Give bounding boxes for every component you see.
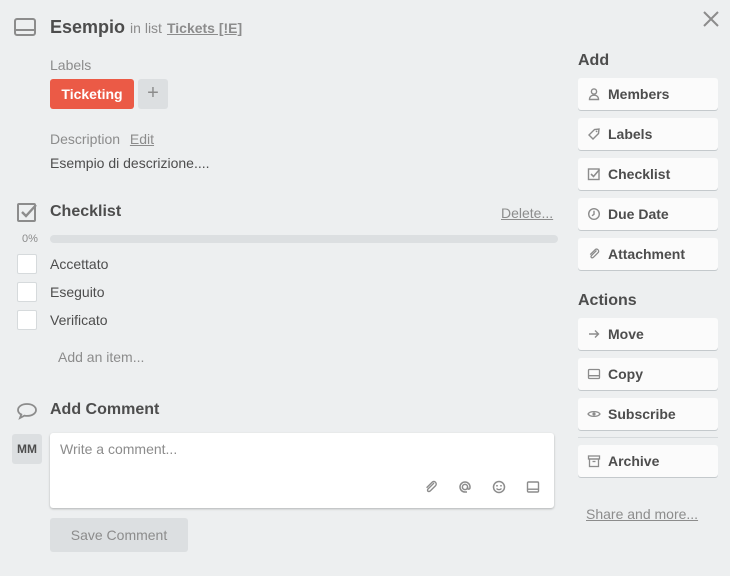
- checkbox-icon: [587, 168, 601, 181]
- add-checklist-item-link[interactable]: Add an item...: [58, 349, 144, 365]
- person-icon: [588, 88, 600, 101]
- card-title-text[interactable]: Esempio: [50, 17, 125, 37]
- arrow-right-icon: [589, 330, 600, 338]
- add-comment-heading: Add Comment: [50, 401, 160, 418]
- comment-box: [50, 433, 554, 508]
- clock-icon: [587, 207, 601, 221]
- checklist-item: Verificato: [17, 309, 108, 331]
- archive-label: Archive: [608, 453, 660, 469]
- checklist-title[interactable]: Checklist: [50, 203, 121, 221]
- checklist-label: Checklist: [608, 166, 671, 182]
- checklist-item-checkbox[interactable]: [17, 254, 37, 274]
- checklist-button[interactable]: Checklist: [578, 158, 718, 190]
- emoji-icon[interactable]: [491, 479, 507, 495]
- label-ticketing[interactable]: Ticketing: [50, 79, 134, 109]
- checklist-item-checkbox[interactable]: [17, 282, 37, 302]
- save-comment-button[interactable]: Save Comment: [50, 518, 188, 552]
- checklist-progress-bar: [50, 235, 558, 243]
- labels-label: Labels: [608, 126, 653, 142]
- members-label: Members: [608, 86, 670, 102]
- copy-label: Copy: [608, 366, 643, 382]
- attachment-label: Attachment: [608, 246, 686, 262]
- archive-button[interactable]: Archive: [578, 445, 718, 477]
- checklist-item: Accettato: [17, 253, 108, 275]
- comment-icon: [17, 403, 37, 420]
- close-icon[interactable]: [700, 8, 722, 30]
- add-heading: Add: [578, 52, 610, 69]
- due-date-label: Due Date: [608, 206, 669, 222]
- copy-button[interactable]: Copy: [578, 358, 718, 390]
- mention-icon[interactable]: [457, 479, 473, 495]
- move-label: Move: [608, 326, 644, 342]
- labels-button[interactable]: Labels: [578, 118, 718, 150]
- archive-icon: [587, 455, 601, 468]
- paperclip-icon: [589, 248, 600, 259]
- sidebar-divider: [578, 437, 718, 438]
- description-heading: Description: [50, 131, 121, 147]
- card-icon[interactable]: [525, 479, 541, 495]
- members-button[interactable]: Members: [578, 78, 718, 110]
- subscribe-button[interactable]: Subscribe: [578, 398, 718, 430]
- add-label-button[interactable]: +: [138, 79, 168, 109]
- description-text[interactable]: Esempio di descrizione....: [50, 155, 210, 171]
- subscribe-label: Subscribe: [608, 406, 676, 422]
- checklist-item-text[interactable]: Eseguito: [50, 284, 104, 300]
- due-date-button[interactable]: Due Date: [578, 198, 718, 230]
- avatar[interactable]: MM: [12, 434, 42, 464]
- card-icon: [587, 368, 601, 380]
- labels-heading: Labels: [50, 57, 92, 73]
- comment-input[interactable]: [60, 441, 540, 457]
- actions-heading: Actions: [578, 292, 637, 309]
- edit-description-link[interactable]: Edit: [130, 131, 154, 147]
- checklist-icon: [17, 203, 37, 222]
- tag-icon: [588, 128, 600, 140]
- list-name-link[interactable]: Tickets [!E]: [167, 20, 242, 36]
- card-icon: [14, 18, 36, 36]
- attachment-icon[interactable]: [423, 479, 439, 495]
- in-list-prefix: in list: [130, 20, 162, 36]
- description-section: Description Edit: [50, 131, 154, 147]
- checklist-item-text[interactable]: Accettato: [50, 256, 108, 272]
- eye-icon: [587, 410, 601, 418]
- delete-checklist-link[interactable]: Delete...: [501, 205, 553, 221]
- share-and-more-link[interactable]: Share and more...: [586, 506, 698, 522]
- checklist-item: Eseguito: [17, 281, 104, 303]
- attachment-button[interactable]: Attachment: [578, 238, 718, 270]
- checklist-progress-percent: 0%: [22, 233, 38, 245]
- checklist-item-checkbox[interactable]: [17, 310, 37, 330]
- card-title: Esempio in list Tickets [!E]: [50, 17, 242, 38]
- checklist-item-text[interactable]: Verificato: [50, 312, 108, 328]
- move-button[interactable]: Move: [578, 318, 718, 350]
